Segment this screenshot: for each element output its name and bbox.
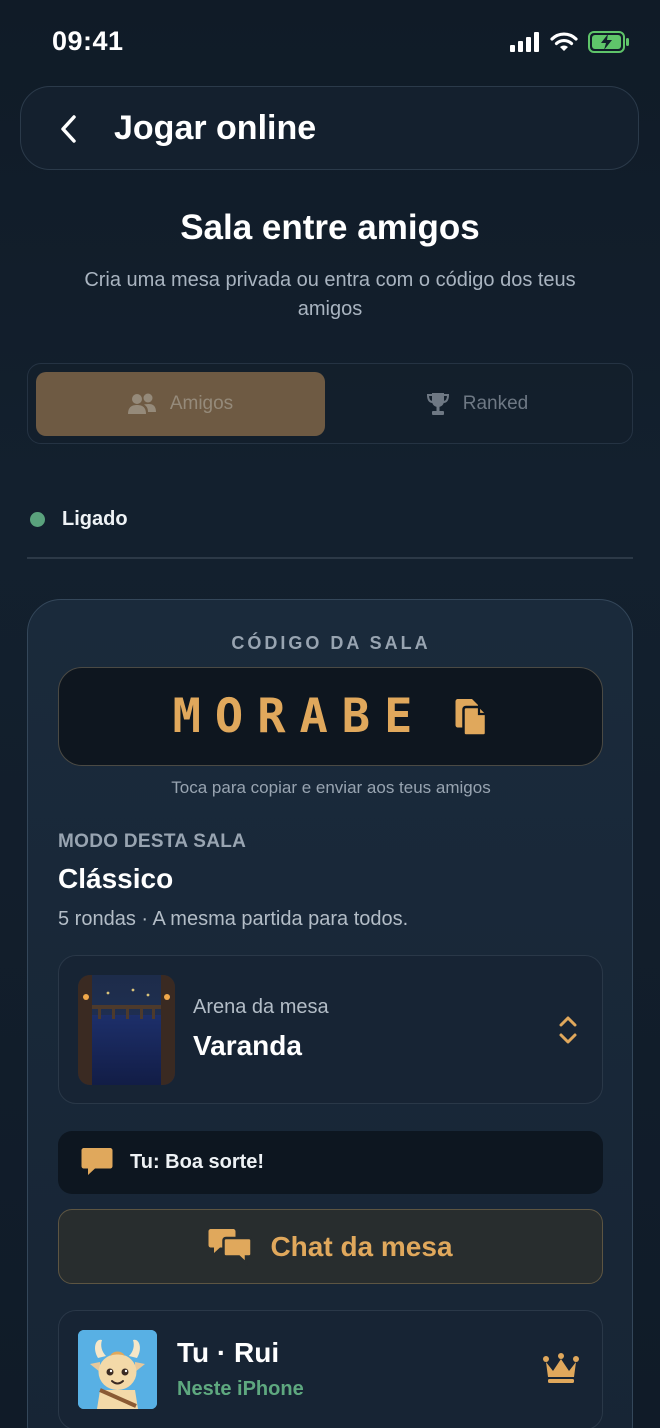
room-code: MORABE: [172, 689, 427, 744]
connection-status: Ligado: [30, 508, 128, 531]
back-button[interactable]: [49, 109, 89, 149]
status-bar: 09:41: [0, 0, 660, 84]
room-code-caption: CÓDIGO DA SALA: [231, 633, 431, 653]
mode-name: Clássico: [58, 863, 174, 894]
wifi-icon: [550, 32, 578, 51]
header-bar: Jogar online: [20, 86, 639, 170]
battery-charging-icon: [588, 31, 629, 53]
chat-bubble-icon: [81, 1148, 113, 1175]
signal-icon: [510, 32, 539, 52]
room-code-button[interactable]: MORABE: [58, 667, 603, 766]
player-name: Tu · Rui: [177, 1337, 280, 1368]
room-card: CÓDIGO DA SALA MORABE Toca para copiar e…: [27, 599, 633, 1428]
avatar: [78, 1330, 157, 1409]
status-dot-icon: [30, 512, 45, 527]
crown-icon: [543, 1353, 579, 1383]
copy-icon: [455, 698, 488, 737]
arena-name: Varanda: [193, 1030, 302, 1061]
mode-description: 5 rondas · A mesma partida para todos.: [58, 908, 409, 930]
last-message-text: Tu: Boa sorte!: [130, 1151, 265, 1173]
tab-amigos-label: Amigos: [169, 393, 234, 414]
mode-tabs: Amigos Ranked: [27, 363, 633, 444]
tab-ranked[interactable]: Ranked: [333, 372, 622, 436]
arena-caption: Arena da mesa: [193, 996, 329, 1018]
last-message: Tu: Boa sorte!: [58, 1131, 603, 1194]
status-time: 09:41: [52, 26, 124, 56]
player-device: Neste iPhone: [177, 1378, 304, 1400]
chevron-left-icon: [61, 115, 76, 143]
divider: [27, 557, 633, 559]
room-code-hint: Toca para copiar e enviar aos teus amigo…: [171, 778, 491, 797]
chat-bubbles-icon: [208, 1228, 253, 1266]
tab-amigos[interactable]: Amigos: [36, 372, 325, 436]
arena-selector[interactable]: Arena da mesa Varanda: [58, 955, 603, 1104]
people-icon: [127, 393, 156, 414]
page-title: Sala entre amigos: [180, 208, 480, 247]
mode-caption: MODO DESTA SALA: [58, 831, 247, 852]
trophy-icon: [426, 393, 449, 415]
chevron-up-down-icon: [559, 1016, 577, 1044]
header-title: Jogar online: [114, 109, 317, 147]
connection-label: Ligado: [62, 508, 128, 530]
tab-ranked-label: Ranked: [462, 393, 529, 414]
status-icons: [510, 28, 630, 56]
chat-button-label: Chat da mesa: [270, 1230, 453, 1262]
page-subtitle: Cria uma mesa privada ou entra com o cód…: [84, 269, 576, 320]
arena-thumbnail: [78, 975, 175, 1085]
chat-button[interactable]: Chat da mesa: [58, 1209, 603, 1284]
player-row: Tu · Rui Neste iPhone: [58, 1310, 603, 1428]
